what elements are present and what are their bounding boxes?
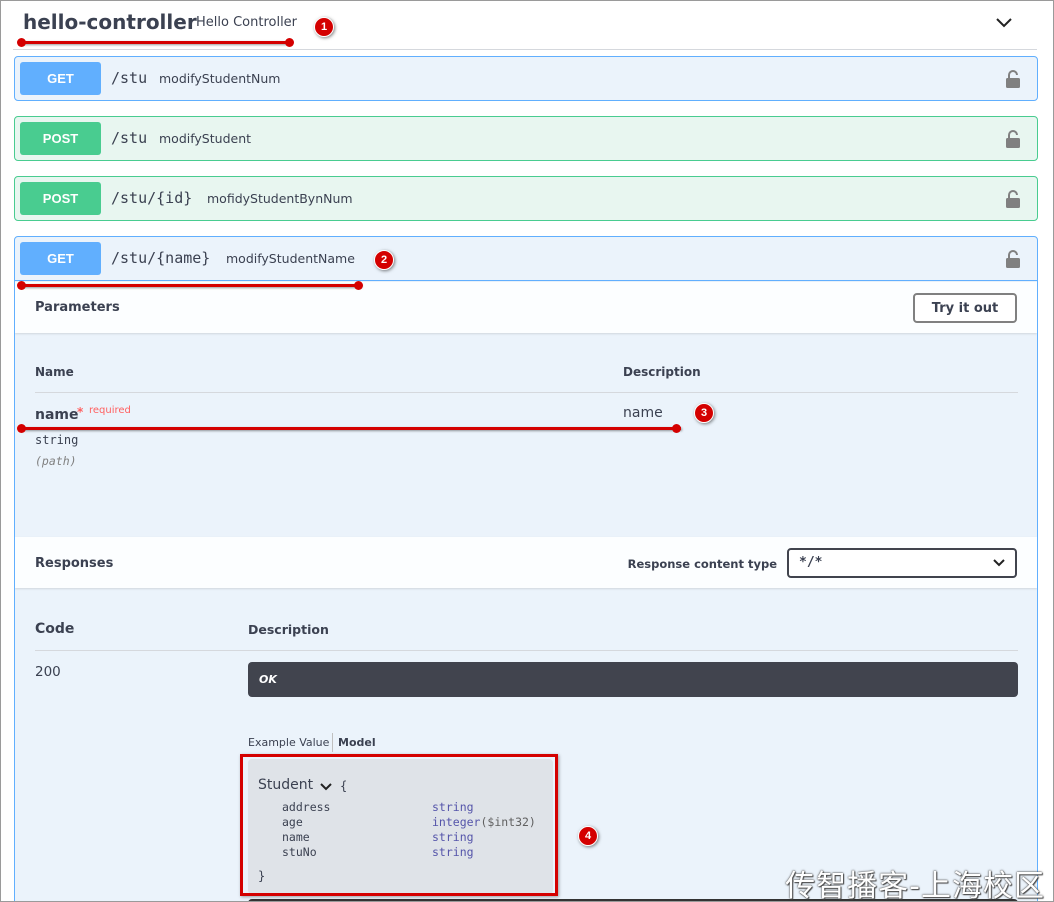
annotation-badge-4: 4	[578, 826, 598, 846]
operation-summary: modifyStudentName	[226, 251, 355, 266]
try-it-out-button[interactable]: Try it out	[913, 293, 1017, 323]
operation-path: /stu/{id}	[111, 189, 193, 207]
param-col-name: Name	[35, 365, 74, 379]
annotation-badge-2: 2	[374, 250, 394, 270]
responses-title: Responses	[35, 556, 114, 571]
parameters-title: Parameters	[35, 300, 120, 315]
annotation-box	[240, 754, 558, 896]
divider	[35, 392, 1018, 393]
operation-path: /stu/{name}	[111, 249, 211, 267]
method-badge: POST	[20, 182, 101, 215]
response-code: 200	[35, 664, 61, 680]
operation-summary: mofidyStudentBynNum	[207, 191, 353, 206]
response-col-description: Description	[248, 622, 329, 637]
parameters-header: Parameters Try it out	[15, 282, 1037, 333]
tag-description: Hello Controller	[196, 15, 298, 30]
tab-model[interactable]: Model	[338, 736, 376, 749]
operation-post-stu[interactable]: POST /stu modifyStudent	[14, 116, 1038, 161]
chevron-down-icon	[993, 559, 1005, 567]
swagger-page: hello-controller Hello Controller GET /s…	[0, 0, 1054, 902]
responses-header: Responses Response content type */*	[15, 537, 1037, 588]
watermark: 传智播客-上海校区	[785, 869, 1045, 902]
chevron-down-icon[interactable]	[993, 12, 1015, 34]
response-col-code: Code	[35, 621, 75, 637]
operation-summary: modifyStudent	[159, 131, 252, 146]
annotation-dot	[285, 38, 294, 47]
annotation-dot	[17, 38, 26, 47]
operation-path: /stu	[111, 69, 148, 87]
response-description: OK	[248, 662, 1018, 697]
operation-path: /stu	[111, 129, 148, 147]
operation-header[interactable]: GET /stu/{name} modifyStudentName	[15, 237, 1037, 281]
required-star: *	[77, 405, 84, 419]
response-content-type-select[interactable]: */*	[787, 548, 1017, 578]
operation-summary: modifyStudentNum	[159, 71, 281, 86]
annotation-dot	[17, 424, 26, 433]
annotation-underline	[21, 284, 361, 287]
param-description: name	[623, 405, 663, 421]
operation-get-stu[interactable]: GET /stu modifyStudentNum	[14, 56, 1038, 101]
select-value: */*	[799, 555, 823, 570]
method-badge: POST	[20, 122, 101, 155]
param-type: string	[35, 433, 79, 447]
param-location: (path)	[35, 454, 77, 468]
operation-post-stu-id[interactable]: POST /stu/{id} mofidyStudentBynNum	[14, 176, 1038, 221]
tab-separator	[332, 733, 333, 752]
response-content-type-label: Response content type	[627, 557, 777, 571]
annotation-badge-1: 1	[314, 17, 334, 37]
annotation-badge-3: 3	[694, 403, 714, 423]
param-col-description: Description	[623, 365, 701, 379]
method-badge: GET	[20, 242, 101, 275]
required-label: required	[89, 405, 131, 416]
annotation-dot	[354, 281, 363, 290]
lock-icon[interactable]	[1005, 69, 1021, 89]
annotation-dot	[672, 424, 681, 433]
lock-icon[interactable]	[1005, 189, 1021, 209]
annotation-dot	[17, 281, 26, 290]
tab-example-value[interactable]: Example Value	[248, 736, 329, 749]
lock-icon[interactable]	[1005, 129, 1021, 149]
lock-icon[interactable]	[1005, 249, 1021, 269]
tag-title: hello-controller	[23, 10, 197, 34]
annotation-underline	[21, 427, 681, 430]
method-badge: GET	[20, 62, 101, 95]
annotation-underline	[21, 41, 291, 44]
param-name: name	[35, 407, 79, 423]
divider	[35, 650, 1018, 651]
